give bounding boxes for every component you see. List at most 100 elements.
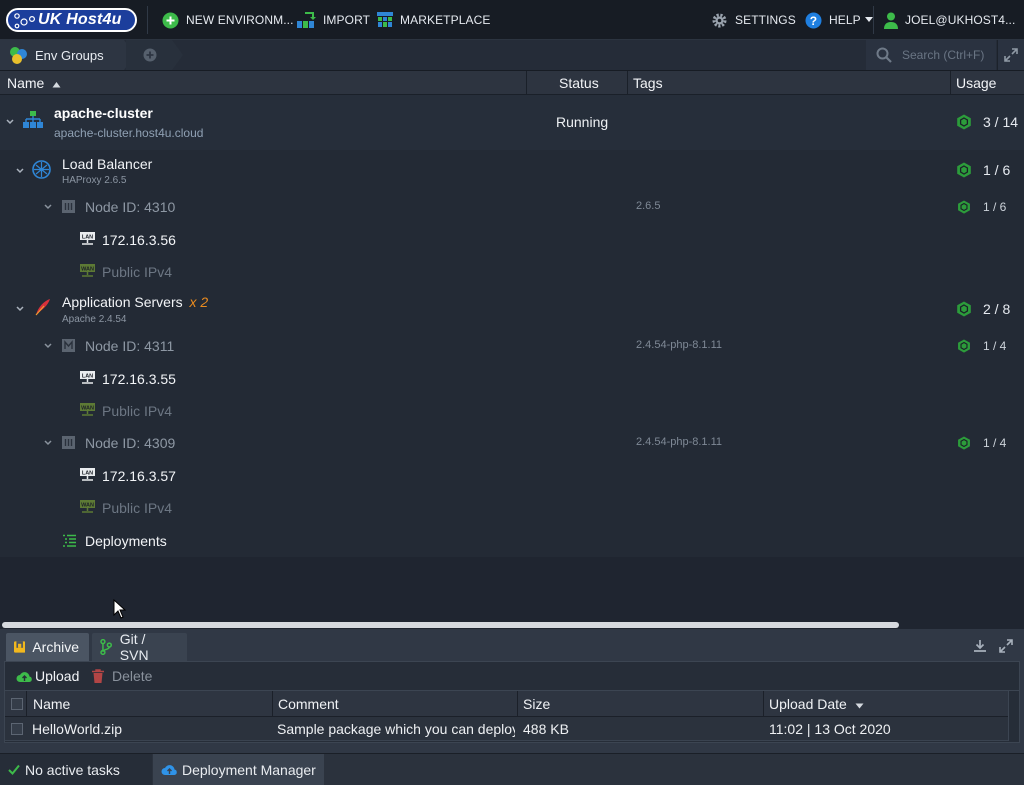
column-usage-header[interactable]: Usage <box>956 71 996 95</box>
tasks-indicator[interactable]: No active tasks <box>0 754 152 785</box>
add-group-button[interactable] <box>126 40 183 70</box>
mouse-cursor-icon <box>113 599 127 619</box>
logo-dots-icon <box>14 13 36 29</box>
grid-header-size[interactable]: Size <box>523 691 550 717</box>
layer-name-wrap[interactable]: Application Servers x 2 <box>62 294 208 310</box>
deployment-manager-tab[interactable]: Deployment Manager <box>153 754 324 785</box>
column-divider[interactable] <box>950 71 951 95</box>
grid-header-upload-date-label: Upload Date <box>769 696 847 712</box>
ip-row[interactable]: LAN 172.16.3.57 <box>0 462 1024 490</box>
layer-row-application-servers[interactable]: Application Servers x 2 Apache 2.4.54 2 … <box>0 290 1024 330</box>
select-all-checkbox[interactable] <box>11 698 23 710</box>
node-row-4311[interactable]: Node ID: 4311 2.4.54-php-8.1.11 1 / 4 <box>0 332 1024 360</box>
load-balancer-icon <box>32 160 51 179</box>
node-label[interactable]: Node ID: 4310 <box>85 199 175 215</box>
chevron-down-icon[interactable] <box>6 118 14 126</box>
chevron-down-icon[interactable] <box>44 342 52 350</box>
download-icon[interactable] <box>973 639 987 653</box>
column-divider[interactable] <box>517 691 518 717</box>
grid-header-upload-date[interactable]: Upload Date <box>769 691 864 717</box>
public-ip-row[interactable]: WAN Public IPv4 <box>0 397 1024 425</box>
search-box[interactable]: Search (Ctrl+F) <box>866 40 996 70</box>
horizontal-scrollbar[interactable] <box>0 621 1024 629</box>
deployments-label[interactable]: Deployments <box>85 533 167 549</box>
gear-icon <box>712 13 727 27</box>
tab-archive[interactable]: Archive <box>6 633 89 661</box>
settings-button[interactable]: SETTINGS <box>711 0 796 40</box>
grid-scrollbar[interactable] <box>1008 691 1019 741</box>
column-divider[interactable] <box>526 71 527 95</box>
user-menu-button[interactable]: JOEL@UKHOST4... <box>884 0 1015 40</box>
node-tag[interactable]: 2.4.54-php-8.1.11 <box>636 436 722 448</box>
import-button[interactable]: IMPORT <box>296 0 370 40</box>
ip-row[interactable]: LAN 172.16.3.56 <box>0 226 1024 254</box>
expand-button[interactable] <box>997 40 1024 70</box>
chevron-down-icon[interactable] <box>16 167 24 175</box>
column-tags-header[interactable]: Tags <box>633 71 663 95</box>
private-ip[interactable]: 172.16.3.56 <box>102 232 176 248</box>
grid-header-name[interactable]: Name <box>33 691 70 717</box>
delete-button[interactable]: Delete <box>92 662 152 690</box>
node-tag[interactable]: 2.6.5 <box>636 200 660 212</box>
grid-header-comment[interactable]: Comment <box>278 691 339 717</box>
svg-text:WAN: WAN <box>81 267 94 273</box>
public-ip-label[interactable]: Public IPv4 <box>102 264 172 280</box>
node-usage[interactable]: 1 / 4 <box>983 436 1006 450</box>
public-ip-row[interactable]: WAN Public IPv4 <box>0 494 1024 522</box>
node-usage[interactable]: 1 / 4 <box>983 339 1006 353</box>
node-usage[interactable]: 1 / 6 <box>983 200 1006 214</box>
chevron-down-icon[interactable] <box>16 305 24 313</box>
upload-button[interactable]: Upload <box>16 662 79 690</box>
column-status-header[interactable]: Status <box>559 71 599 95</box>
help-button[interactable]: ? HELP <box>805 0 874 40</box>
chevron-down-icon[interactable] <box>44 203 52 211</box>
table-row[interactable]: HelloWorld.zip Sample package which you … <box>5 717 1008 741</box>
environment-usage[interactable]: 3 / 14 <box>983 114 1018 130</box>
brand-logo[interactable]: UK Host4u <box>6 8 137 32</box>
layer-usage[interactable]: 2 / 8 <box>983 301 1010 317</box>
help-icon: ? <box>805 12 822 28</box>
environment-row[interactable]: apache-cluster apache-cluster.host4u.clo… <box>0 95 1024 150</box>
marketplace-icon <box>377 12 393 27</box>
environment-name[interactable]: apache-cluster <box>54 105 153 121</box>
node-row-4309[interactable]: Node ID: 4309 2.4.54-php-8.1.11 1 / 4 <box>0 429 1024 457</box>
expand-icon[interactable] <box>999 639 1013 653</box>
expand-icon <box>1004 48 1018 62</box>
user-label: JOEL@UKHOST4... <box>905 13 1016 27</box>
node-label[interactable]: Node ID: 4309 <box>85 435 175 451</box>
node-label[interactable]: Node ID: 4311 <box>85 338 174 354</box>
column-divider[interactable] <box>272 691 273 717</box>
column-divider[interactable] <box>627 71 628 95</box>
layer-row-load-balancer[interactable]: Load Balancer HAProxy 2.6.5 1 / 6 <box>0 150 1024 190</box>
deployments-row[interactable]: Deployments <box>0 527 1024 555</box>
row-size: 488 KB <box>523 721 569 737</box>
private-ip[interactable]: 172.16.3.55 <box>102 371 176 387</box>
public-ip-label[interactable]: Public IPv4 <box>102 403 172 419</box>
search-input[interactable]: Search (Ctrl+F) <box>902 48 984 62</box>
node-tag[interactable]: 2.4.54-php-8.1.11 <box>636 339 722 351</box>
new-environment-button[interactable]: NEW ENVIRONM... <box>162 0 294 40</box>
public-ip-row[interactable]: WAN Public IPv4 <box>0 258 1024 286</box>
layer-name[interactable]: Load Balancer <box>62 156 152 172</box>
layer-usage[interactable]: 1 / 6 <box>983 162 1010 178</box>
chevron-down-icon[interactable] <box>44 439 52 447</box>
ip-row[interactable]: LAN 172.16.3.55 <box>0 365 1024 393</box>
tab-git-svn[interactable]: Git / SVN <box>92 631 187 663</box>
column-divider[interactable] <box>763 691 764 717</box>
row-name[interactable]: HelloWorld.zip <box>32 717 268 741</box>
breadcrumb-env-groups[interactable]: Env Groups <box>0 40 135 70</box>
column-divider <box>26 691 27 717</box>
private-ip[interactable]: 172.16.3.57 <box>102 468 176 484</box>
column-name-header[interactable]: Name <box>7 71 61 95</box>
public-ip-label[interactable]: Public IPv4 <box>102 500 172 516</box>
marketplace-button[interactable]: MARKETPLACE <box>377 0 490 40</box>
upload-label: Upload <box>35 668 80 684</box>
scrollbar-thumb[interactable] <box>2 622 899 628</box>
environment-tree: apache-cluster apache-cluster.host4u.clo… <box>0 95 1024 557</box>
cluster-icon <box>23 111 43 128</box>
user-icon <box>884 12 898 29</box>
environment-domain-link[interactable]: apache-cluster.host4u.cloud <box>54 126 203 140</box>
row-checkbox[interactable] <box>11 723 23 735</box>
layer-multiplier-badge[interactable]: x 2 <box>190 294 209 310</box>
node-row-4310[interactable]: Node ID: 4310 2.6.5 1 / 6 <box>0 193 1024 221</box>
